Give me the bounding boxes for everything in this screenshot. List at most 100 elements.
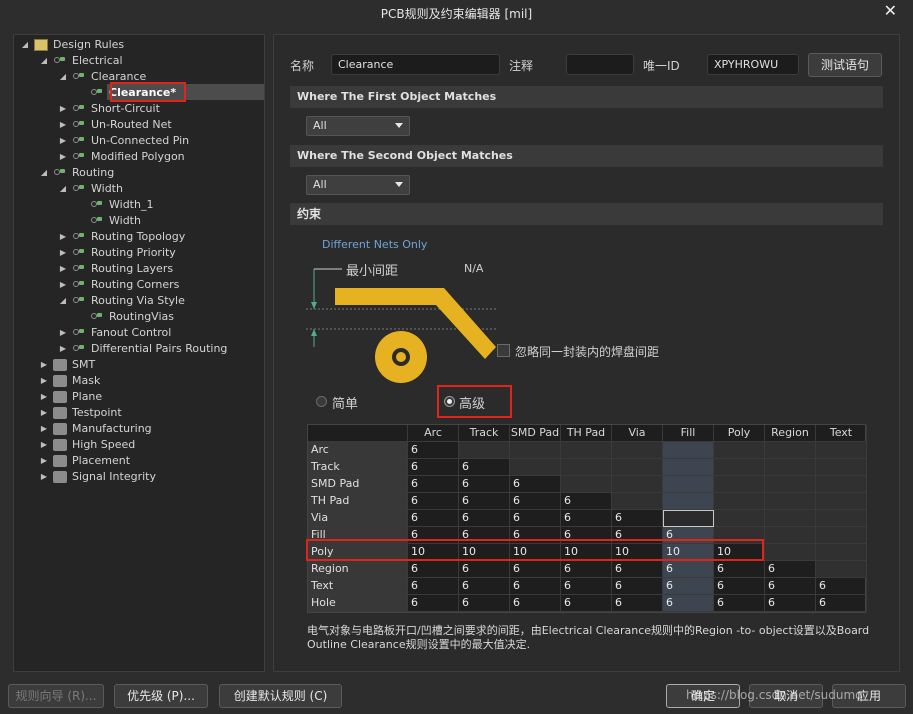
matrix-cell[interactable]: 6 [765,595,816,612]
priority-button[interactable]: 优先级 (P)... [114,684,208,708]
matrix-cell[interactable]: 6 [408,510,459,527]
tree-item[interactable]: ▶ Plane [39,389,260,405]
expanded-arrow-icon[interactable]: ◢ [20,37,30,53]
tree-item[interactable]: ▶ Manufacturing [39,421,260,437]
tree-item[interactable]: ▶ Modified Polygon [58,149,260,165]
ignore-pads-checkbox[interactable] [497,344,510,357]
tree-item[interactable]: ◢ Electrical [39,53,260,69]
matrix-cell[interactable]: 6 [612,561,663,578]
matrix-cell[interactable]: 6 [510,510,561,527]
matrix-cell[interactable]: 6 [561,561,612,578]
matrix-cell[interactable]: 6 [816,578,867,595]
matrix-cell[interactable]: 6 [714,578,765,595]
tree-item[interactable]: ▶ Un-Connected Pin [58,133,260,149]
collapsed-arrow-icon[interactable]: ▶ [58,101,68,117]
collapsed-arrow-icon[interactable]: ▶ [39,453,49,469]
advanced-mode-radio[interactable] [444,396,455,407]
comment-field[interactable] [566,54,634,75]
tree-item[interactable]: ◢ Width [58,181,260,197]
tree-item[interactable]: ▶ Un-Routed Net [58,117,260,133]
collapsed-arrow-icon[interactable]: ▶ [39,469,49,485]
expanded-arrow-icon[interactable]: ◢ [39,53,49,69]
tree-item[interactable]: ◢ Routing [39,165,260,181]
collapsed-arrow-icon[interactable]: ▶ [58,133,68,149]
collapsed-arrow-icon[interactable]: ▶ [39,357,49,373]
matrix-cell[interactable]: 6 [510,561,561,578]
matrix-cell[interactable]: 6 [459,510,510,527]
expanded-arrow-icon[interactable]: ◢ [39,165,49,181]
second-object-dropdown[interactable]: All [306,175,410,195]
tree-item[interactable]: ▶ Routing Corners [58,277,260,293]
collapsed-arrow-icon[interactable]: ▶ [58,277,68,293]
tree-item[interactable]: ▶ Routing Layers [58,261,260,277]
matrix-cell[interactable]: 6 [561,493,612,510]
matrix-cell[interactable]: 6 [510,595,561,612]
matrix-cell[interactable]: 6 [459,561,510,578]
matrix-cell[interactable]: 6 [663,561,714,578]
matrix-cell[interactable]: 6 [408,595,459,612]
unique-id-field[interactable]: XPYHROWU [707,54,799,75]
tree-item[interactable]: ◢ Routing Via Style [58,293,260,309]
matrix-cell[interactable]: 6 [561,510,612,527]
test-query-button[interactable]: 测试语句 [808,53,882,77]
matrix-cell[interactable]: 6 [408,459,459,476]
tree-item[interactable]: ◢ Design Rules [20,37,260,53]
close-icon[interactable]: ✕ [884,1,897,20]
name-field[interactable]: Clearance [331,54,500,75]
matrix-cell[interactable]: 6 [408,578,459,595]
rules-tree[interactable]: ◢ Design Rules ◢ Electrical ◢ Clearance Cleara… [13,34,265,672]
matrix-cell[interactable]: 6 [459,595,510,612]
tree-item[interactable]: Width_1 [76,197,260,213]
matrix-cell[interactable]: 6 [612,578,663,595]
collapsed-arrow-icon[interactable]: ▶ [39,421,49,437]
matrix-cell[interactable]: 6 [510,493,561,510]
collapsed-arrow-icon[interactable]: ▶ [58,229,68,245]
matrix-cell[interactable]: 6 [459,578,510,595]
matrix-cell[interactable]: 6 [714,595,765,612]
tree-item[interactable]: ▶ Placement [39,453,260,469]
matrix-cell[interactable]: 6 [408,476,459,493]
tree-item[interactable]: ▶ Differential Pairs Routing [58,341,260,357]
tree-item[interactable]: ▶ Signal Integrity [39,469,260,485]
matrix-cell[interactable]: 6 [510,578,561,595]
collapsed-arrow-icon[interactable]: ▶ [39,373,49,389]
create-default-rules-button[interactable]: 创建默认规则 (C) [219,684,342,708]
expanded-arrow-icon[interactable]: ◢ [58,181,68,197]
matrix-cell[interactable]: 6 [459,459,510,476]
matrix-cell[interactable]: 6 [408,493,459,510]
collapsed-arrow-icon[interactable]: ▶ [58,149,68,165]
tree-item[interactable]: ▶ Mask [39,373,260,389]
collapsed-arrow-icon[interactable]: ▶ [58,325,68,341]
matrix-cell[interactable]: 6 [765,578,816,595]
tree-item[interactable]: ▶ Routing Topology [58,229,260,245]
tree-item[interactable]: ▶ Routing Priority [58,245,260,261]
matrix-cell[interactable]: 6 [612,510,663,527]
matrix-cell[interactable]: 6 [408,561,459,578]
matrix-cell[interactable]: 6 [663,595,714,612]
matrix-cell[interactable]: 6 [459,476,510,493]
collapsed-arrow-icon[interactable]: ▶ [58,117,68,133]
expanded-arrow-icon[interactable]: ◢ [58,293,68,309]
tree-item[interactable]: ▶ Testpoint [39,405,260,421]
tree-item[interactable]: ▶ High Speed [39,437,260,453]
collapsed-arrow-icon[interactable]: ▶ [58,341,68,357]
matrix-cell[interactable]: 6 [663,578,714,595]
matrix-cell[interactable]: 6 [510,476,561,493]
collapsed-arrow-icon[interactable]: ▶ [58,245,68,261]
matrix-cell[interactable]: 6 [561,595,612,612]
tree-item[interactable]: Width [76,213,260,229]
clearance-matrix[interactable]: Arc Track SMD Pad TH Pad Via Fill Poly Region Te… [307,424,867,613]
rule-wizard-button[interactable]: 规则向导 (R)... [8,684,104,708]
collapsed-arrow-icon[interactable]: ▶ [39,405,49,421]
simple-mode-radio[interactable] [316,396,327,407]
tree-item[interactable]: ▶ Short-Circuit [58,101,260,117]
tree-item[interactable]: ▶ Fanout Control [58,325,260,341]
collapsed-arrow-icon[interactable]: ▶ [39,437,49,453]
collapsed-arrow-icon[interactable]: ▶ [58,261,68,277]
matrix-cell[interactable]: 6 [408,442,459,459]
matrix-cell[interactable]: 6 [714,561,765,578]
first-object-dropdown[interactable]: All [306,116,410,136]
collapsed-arrow-icon[interactable]: ▶ [39,389,49,405]
tree-item[interactable]: ▶ SMT [39,357,260,373]
matrix-cell[interactable]: 6 [816,595,867,612]
